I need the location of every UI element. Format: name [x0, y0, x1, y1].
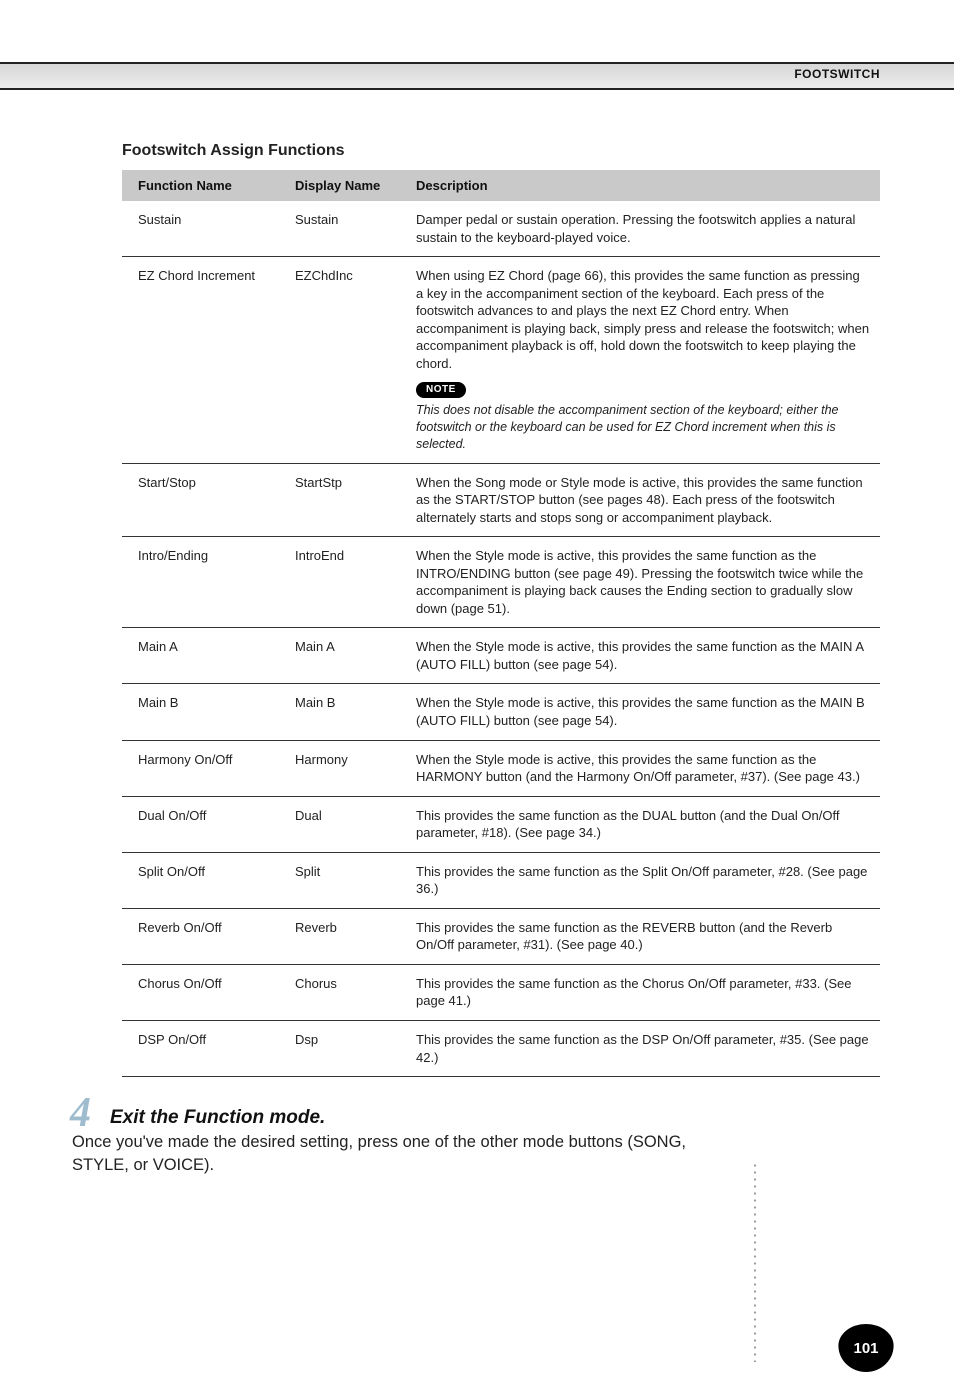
cell-desc: Damper pedal or sustain operation. Press… [400, 201, 880, 257]
table-row: Dual On/Off Dual This provides the same … [122, 796, 880, 852]
cell-disp: StartStp [279, 463, 400, 537]
cell-func: Split On/Off [122, 852, 279, 908]
footswitch-functions-table: Function Name Display Name Description S… [122, 170, 880, 1077]
header-section-title: FOOTSWITCH [794, 67, 880, 81]
cell-desc: When the Song mode or Style mode is acti… [400, 463, 880, 537]
cell-disp: Split [279, 852, 400, 908]
cell-func: Harmony On/Off [122, 740, 279, 796]
table-row: Sustain Sustain Damper pedal or sustain … [122, 201, 880, 257]
table-row: Main A Main A When the Style mode is act… [122, 628, 880, 684]
cell-desc: When the Style mode is active, this prov… [400, 537, 880, 628]
table-row: Start/Stop StartStp When the Song mode o… [122, 463, 880, 537]
step-body: Once you've made the desired setting, pr… [72, 1131, 692, 1177]
dotted-rule [754, 1162, 756, 1362]
cell-func: Main A [122, 628, 279, 684]
cell-desc: When using EZ Chord (page 66), this prov… [400, 257, 880, 463]
cell-func: EZ Chord Increment [122, 257, 279, 463]
cell-func: Intro/Ending [122, 537, 279, 628]
note-label: NOTE [416, 382, 466, 398]
note-text: This does not disable the accompaniment … [416, 402, 870, 453]
cell-desc: This provides the same function as the D… [400, 796, 880, 852]
step-title: Exit the Function mode. [110, 1107, 880, 1129]
page-number: 101 [842, 1324, 890, 1372]
col-header-display-name: Display Name [279, 170, 400, 201]
cell-desc: When the Style mode is active, this prov… [400, 628, 880, 684]
cell-desc-text: When using EZ Chord (page 66), this prov… [416, 268, 869, 371]
cell-func: Main B [122, 684, 279, 740]
cell-desc: This provides the same function as the R… [400, 908, 880, 964]
table-row: EZ Chord Increment EZChdInc When using E… [122, 257, 880, 463]
cell-func: Reverb On/Off [122, 908, 279, 964]
table-row: Split On/Off Split This provides the sam… [122, 852, 880, 908]
cell-disp: Harmony [279, 740, 400, 796]
cell-disp: IntroEnd [279, 537, 400, 628]
table-row: Chorus On/Off Chorus This provides the s… [122, 964, 880, 1020]
cell-disp: Main A [279, 628, 400, 684]
cell-desc: This provides the same function as the C… [400, 964, 880, 1020]
cell-desc: When the Style mode is active, this prov… [400, 740, 880, 796]
cell-func: DSP On/Off [122, 1020, 279, 1076]
cell-disp: Dual [279, 796, 400, 852]
cell-desc: This provides the same function as the D… [400, 1020, 880, 1076]
cell-disp: Sustain [279, 201, 400, 257]
cell-func: Start/Stop [122, 463, 279, 537]
page-number-badge: 101 [842, 1324, 890, 1372]
cell-disp: Dsp [279, 1020, 400, 1076]
col-header-function-name: Function Name [122, 170, 279, 201]
cell-disp: Chorus [279, 964, 400, 1020]
cell-desc: This provides the same function as the S… [400, 852, 880, 908]
cell-disp: EZChdInc [279, 257, 400, 463]
cell-disp: Reverb [279, 908, 400, 964]
cell-func: Chorus On/Off [122, 964, 279, 1020]
table-row: Reverb On/Off Reverb This provides the s… [122, 908, 880, 964]
step-block: 4 Exit the Function mode. Once you've ma… [70, 1107, 880, 1177]
table-row: Harmony On/Off Harmony When the Style mo… [122, 740, 880, 796]
header-bar: FOOTSWITCH [0, 62, 954, 90]
table-row: Intro/Ending IntroEnd When the Style mod… [122, 537, 880, 628]
table-row: Main B Main B When the Style mode is act… [122, 684, 880, 740]
cell-func: Sustain [122, 201, 279, 257]
col-header-description: Description [400, 170, 880, 201]
cell-func: Dual On/Off [122, 796, 279, 852]
table-row: DSP On/Off Dsp This provides the same fu… [122, 1020, 880, 1076]
section-title: Footswitch Assign Functions [122, 142, 880, 160]
cell-disp: Main B [279, 684, 400, 740]
cell-desc: When the Style mode is active, this prov… [400, 684, 880, 740]
step-number: 4 [70, 1089, 91, 1137]
